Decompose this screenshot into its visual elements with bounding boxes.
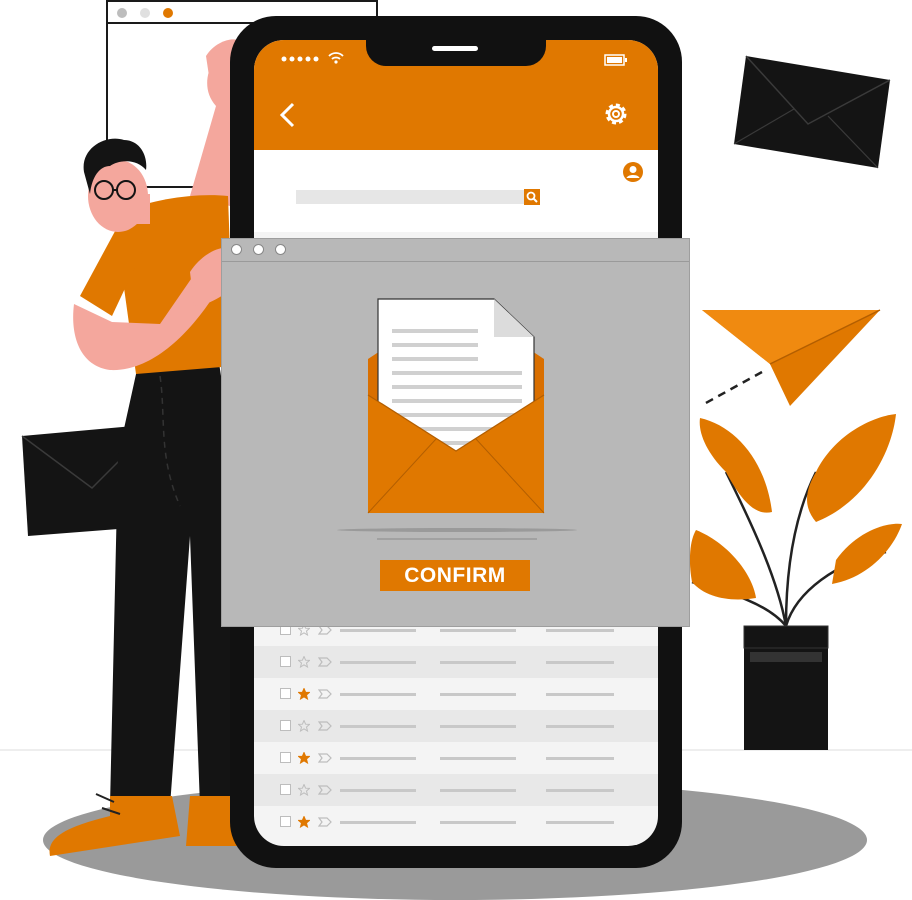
confirm-button[interactable]: CONFIRM (380, 560, 530, 591)
row-text-placeholder (440, 757, 516, 760)
star-icon[interactable] (298, 720, 310, 732)
dialog-titlebar (222, 239, 689, 262)
envelope-icon (733, 55, 891, 169)
label-tag-icon[interactable] (318, 817, 332, 827)
row-text-placeholder (440, 661, 516, 664)
signal-dots-icon (281, 56, 319, 62)
row-checkbox[interactable] (280, 784, 291, 795)
row-text-placeholder (546, 821, 614, 824)
star-icon[interactable] (298, 688, 310, 700)
row-text-placeholder (340, 789, 416, 792)
window-minimize-icon[interactable] (253, 244, 264, 255)
window-dot-icon (163, 8, 173, 18)
row-text-placeholder (440, 693, 516, 696)
label-tag-icon[interactable] (318, 689, 332, 699)
search-input[interactable] (296, 190, 524, 204)
row-text-placeholder (340, 757, 416, 760)
wifi-icon (328, 52, 344, 64)
user-avatar-icon[interactable] (622, 161, 644, 183)
row-checkbox[interactable] (280, 656, 291, 667)
row-text-placeholder (440, 789, 516, 792)
window-dot-icon (140, 8, 150, 18)
row-text-placeholder (340, 661, 416, 664)
row-text-placeholder (340, 693, 416, 696)
speaker-grill (432, 46, 478, 51)
row-text-placeholder (340, 821, 416, 824)
window-dot-icon (117, 8, 127, 18)
row-text-placeholder (440, 629, 516, 632)
row-checkbox[interactable] (280, 688, 291, 699)
row-checkbox[interactable] (280, 816, 291, 827)
row-checkbox[interactable] (280, 752, 291, 763)
paper-plane-icon (702, 309, 881, 406)
star-icon[interactable] (298, 752, 310, 764)
email-list-row[interactable] (254, 806, 658, 838)
label-tag-icon[interactable] (318, 753, 332, 763)
email-list-row[interactable] (254, 710, 658, 742)
battery-icon (604, 54, 627, 66)
row-text-placeholder (546, 661, 614, 664)
search-icon (526, 191, 538, 203)
back-button[interactable] (278, 102, 298, 128)
open-envelope-letter-icon (367, 298, 545, 514)
phone-notch (366, 40, 546, 66)
label-tag-icon[interactable] (318, 785, 332, 795)
row-text-placeholder (546, 757, 614, 760)
email-list-row[interactable] (254, 646, 658, 678)
email-list-row[interactable] (254, 742, 658, 774)
window-maximize-icon[interactable] (275, 244, 286, 255)
row-text-placeholder (546, 693, 614, 696)
star-icon[interactable] (298, 656, 310, 668)
row-text-placeholder (440, 821, 516, 824)
confirm-dialog: CONFIRM (221, 238, 690, 627)
star-icon[interactable] (298, 816, 310, 828)
row-text-placeholder (340, 725, 416, 728)
row-text-placeholder (440, 725, 516, 728)
row-text-placeholder (340, 629, 416, 632)
potted-plant-illustration (689, 414, 902, 750)
row-text-placeholder (546, 629, 614, 632)
search-button[interactable] (524, 189, 540, 205)
row-text-placeholder (546, 725, 614, 728)
email-list-row[interactable] (254, 774, 658, 806)
row-checkbox[interactable] (280, 720, 291, 731)
star-icon[interactable] (298, 784, 310, 796)
email-list-row[interactable] (254, 678, 658, 710)
label-tag-icon[interactable] (318, 721, 332, 731)
gear-icon[interactable] (602, 100, 630, 128)
divider-lines (337, 528, 577, 540)
label-tag-icon[interactable] (318, 657, 332, 667)
window-close-icon[interactable] (231, 244, 242, 255)
row-text-placeholder (546, 789, 614, 792)
